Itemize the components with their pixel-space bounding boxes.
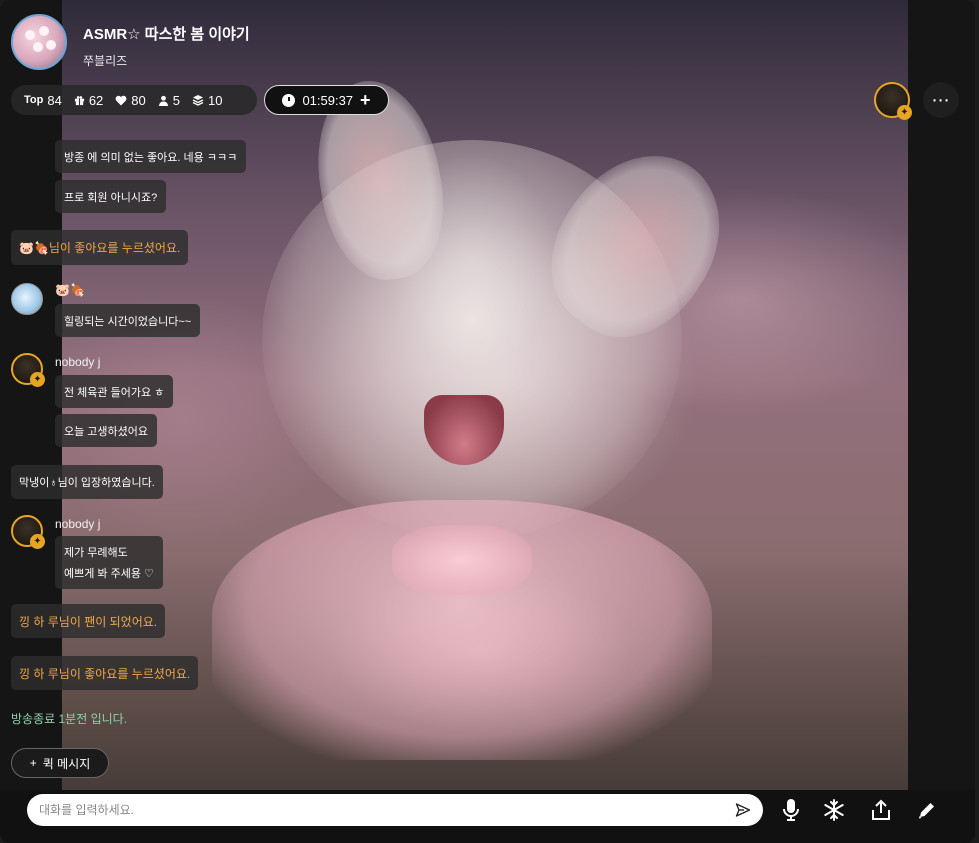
system-like-notice: 낑 하 루님이 좋아요를 누르셨어요. (11, 656, 199, 690)
pencil-icon (919, 803, 934, 819)
blossom-dot (25, 30, 35, 40)
quick-message-button[interactable]: + 퀵 메시지 (11, 748, 109, 778)
system-like-notice: 🐷🍖님이 좋아요를 누르셨어요. (11, 230, 189, 265)
stream-stats: Top 84 62 80 5 10 (11, 85, 257, 115)
top-label: Top (24, 94, 44, 106)
stream-end-notice: 방송종료 1분전 입니다. (11, 712, 128, 726)
chat-message: 프로 회원 아니시죠? (55, 180, 167, 213)
host-badge-icon: ✦ (897, 105, 912, 120)
live-stream-window: ASMR☆ 따스한 봄 이야기 쭈블리즈 Top 84 62 80 5 10 0… (0, 0, 975, 843)
chat-user-name[interactable]: nobody j (55, 355, 100, 369)
system-enter-notice: 막냉이♁님이 입장하였습니다. (11, 465, 163, 499)
viewer-stat[interactable]: 5 (158, 93, 180, 108)
edit-button[interactable] (914, 797, 940, 823)
more-options-button[interactable]: ⋯ (923, 82, 959, 118)
streamer-name[interactable]: 쭈블리즈 (83, 52, 127, 69)
quick-message-label: 퀵 메시지 (42, 756, 91, 771)
chat-input[interactable] (39, 803, 735, 817)
chat-input-bar (27, 794, 763, 826)
viewer-value: 5 (172, 92, 180, 108)
stream-timer[interactable]: 01:59:37 + (264, 85, 389, 115)
host-badge-icon: ✦ (30, 534, 45, 549)
chat-user-name[interactable]: nobody j (55, 517, 100, 531)
person-icon (158, 95, 168, 106)
right-panel-shade (908, 0, 975, 843)
mic-button[interactable] (778, 797, 804, 823)
share-icon (872, 799, 890, 820)
timer-value: 01:59:37 (302, 92, 354, 108)
blossom-dot (39, 26, 49, 36)
chat-user-name[interactable]: 🐷🍖 (55, 283, 85, 297)
like-value: 80 (131, 92, 146, 108)
blossom-dot (46, 40, 56, 50)
top-rank-stat[interactable]: Top 84 (24, 93, 62, 108)
chat-message-line: 예쁘게 봐 주세용 ♡ (64, 568, 154, 580)
clock-icon (282, 93, 296, 107)
chat-message: 방종 에 의미 없는 좋아요. 네용 ㅋㅋㅋ (55, 140, 247, 173)
streamer-avatar[interactable] (11, 14, 67, 70)
bunny-head (262, 140, 682, 540)
top-value: 84 (47, 92, 62, 108)
chat-message-line: 제가 무례해도 (64, 547, 128, 559)
mic-icon (783, 799, 799, 821)
blossom-dot (33, 42, 43, 52)
like-stat[interactable]: 80 (115, 92, 146, 108)
host-avatar[interactable]: ✦ (874, 82, 912, 120)
chat-message: 오늘 고생하셨어요 (55, 414, 158, 447)
stream-title: ASMR☆ 따스한 봄 이야기 (83, 26, 250, 43)
heart-icon (115, 95, 127, 105)
host-badge-icon: ✦ (30, 372, 45, 387)
chat-message: 전 체육관 들어가요 ㅎ (55, 375, 174, 408)
plus-icon: + (29, 756, 37, 770)
chat-message: 힐링되는 시간이었습니다~~ (55, 304, 201, 337)
freeze-button[interactable] (821, 797, 847, 823)
gift-stat[interactable]: 62 (74, 93, 103, 108)
chat-user-avatar[interactable]: ✦ (11, 353, 45, 387)
layer-value: 10 (207, 92, 223, 108)
gift-icon (74, 95, 84, 105)
layers-icon (192, 95, 204, 106)
snowflake-icon (824, 799, 844, 821)
extend-time-button[interactable]: + (360, 91, 371, 109)
send-icon[interactable] (735, 802, 751, 818)
layer-stat[interactable]: 10 (192, 93, 222, 108)
chat-message: 제가 무례해도 예쁘게 봐 주세용 ♡ (55, 536, 163, 589)
gift-value: 62 (88, 92, 104, 108)
bunny-bow (392, 525, 532, 595)
stream-video[interactable] (62, 0, 908, 843)
chat-user-avatar[interactable] (11, 283, 43, 315)
share-button[interactable] (868, 797, 894, 823)
system-fan-notice: 낑 하 루님이 팬이 되었어요. (11, 604, 166, 638)
chat-user-avatar[interactable]: ✦ (11, 515, 45, 549)
